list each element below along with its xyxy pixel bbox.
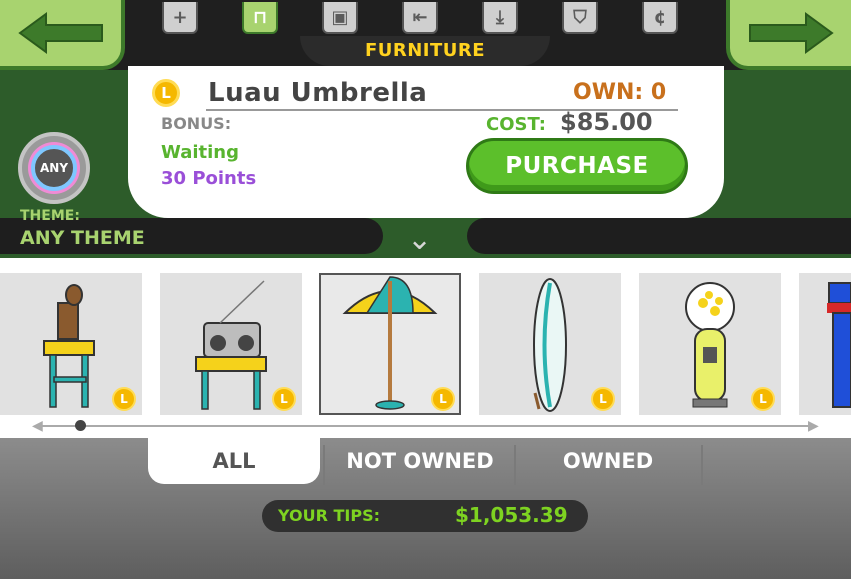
tiki-table-item[interactable]: L [0, 273, 142, 415]
tab-separator [323, 445, 325, 485]
luau-umbrella-item[interactable]: L [319, 273, 461, 415]
plus-icon: + [162, 2, 198, 34]
next-arrow-button[interactable] [726, 0, 851, 70]
theme-selector-button[interactable]: ANY [18, 132, 90, 204]
bonus-label: BONUS: [161, 114, 232, 133]
cost-label: COST: [486, 114, 546, 135]
scrollbar-thumb[interactable] [75, 420, 86, 431]
filter-tab-not-owned[interactable]: NOT OWNED [326, 438, 514, 484]
filter-tab-owned[interactable]: OWNED [516, 438, 700, 484]
owned-count: OWN: 0 [573, 80, 667, 105]
gumball-machine-item[interactable]: L [639, 273, 781, 415]
cost-value: $85.00 [560, 108, 653, 136]
coin-icon: L [431, 387, 455, 411]
picture-icon: ▣ [322, 2, 358, 34]
theme-value: ANY THEME [20, 227, 145, 249]
scroll-right-icon[interactable]: ▶ [808, 418, 819, 434]
coin-icon: L [591, 387, 615, 411]
tab-separator [701, 445, 703, 485]
coin-icon: L [152, 79, 180, 107]
coin-icon: L [272, 387, 296, 411]
boombox-table-item[interactable]: L [160, 273, 302, 415]
coin-c-icon: ¢ [642, 2, 678, 34]
bonus-status: Waiting [161, 142, 240, 163]
item-scrollbar[interactable] [36, 425, 816, 427]
coin-icon: L [751, 387, 775, 411]
category-title: FURNITURE [300, 36, 550, 66]
purchase-button[interactable]: PURCHASE [466, 138, 688, 194]
item-strip: L L L L L [0, 258, 851, 438]
scroll-left-icon[interactable]: ◀ [32, 418, 43, 434]
floor-icon: ⤓ [482, 2, 518, 34]
item-info-panel: L Luau Umbrella OWN: 0 BONUS: Waiting 30… [128, 66, 724, 218]
tab-furniture[interactable]: ⊓ [220, 0, 300, 36]
item-name: Luau Umbrella [208, 78, 428, 108]
tips-display: YOUR TIPS: $1,053.39 [262, 500, 588, 532]
tips-value: $1,053.39 [455, 503, 568, 527]
tab-clothing[interactable]: ⛉ [540, 0, 620, 36]
bonus-points: 30 Points [161, 168, 257, 189]
table-icon: ⊓ [242, 2, 278, 34]
right-bar [467, 218, 851, 254]
arrow-left-icon [17, 12, 103, 54]
theme-badge: ANY [31, 145, 77, 191]
wall-icon: ⇤ [402, 2, 438, 34]
filter-tab-all[interactable]: ALL [148, 438, 320, 484]
category-tabs: + ⊓ ▣ ⇤ ⤓ ⛉ ¢ [140, 0, 715, 40]
theme-label: THEME: [20, 208, 80, 224]
tab-add[interactable]: + [140, 0, 220, 36]
tips-label: YOUR TIPS: [278, 506, 381, 525]
tab-pictures[interactable]: ▣ [300, 0, 380, 36]
previous-arrow-button[interactable] [0, 0, 125, 70]
arrow-right-icon [748, 12, 834, 54]
blue-booth-image [827, 282, 851, 408]
tab-coins[interactable]: ¢ [620, 0, 700, 36]
surfboard-item[interactable]: L [479, 273, 621, 415]
coin-icon: L [112, 387, 136, 411]
chevron-down-icon: ⌄ [407, 222, 433, 257]
tab-floors[interactable]: ⤓ [460, 0, 540, 36]
tab-walls[interactable]: ⇤ [380, 0, 460, 36]
shirt-icon: ⛉ [562, 2, 598, 34]
blue-booth-item[interactable] [799, 273, 851, 415]
